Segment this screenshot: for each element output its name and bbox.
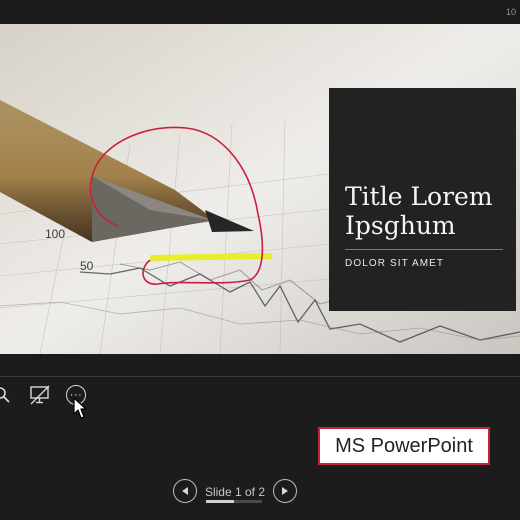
slide-progress-bar (206, 500, 262, 503)
chart-label-50: 50 (80, 259, 94, 273)
slide-progress-fill (206, 500, 234, 503)
title-box: Title Lorem Ipsghum DOLOR SIT AMET (329, 88, 516, 311)
app-label-badge: MS PowerPoint (318, 427, 490, 465)
triangle-left-icon (182, 487, 188, 495)
slide-subtitle: DOLOR SIT AMET (345, 258, 445, 269)
previous-slide-button[interactable] (173, 479, 197, 503)
triangle-right-icon (282, 487, 288, 495)
mouse-cursor-icon (73, 397, 87, 419)
title-divider (345, 249, 503, 250)
chart-label-100: 100 (45, 227, 65, 241)
toolbar-divider (0, 376, 520, 377)
screen-off-button[interactable] (28, 381, 52, 409)
slide-preview[interactable]: 100 50 Title Lorem Ipsghum DOLOR SIT AME… (0, 24, 520, 354)
clock-text: 10 (505, 7, 516, 17)
screen-off-icon (30, 385, 50, 405)
zoom-button[interactable] (0, 381, 16, 409)
slide-counter[interactable]: Slide 1 of 2 (204, 485, 266, 499)
slide-title: Title Lorem Ipsghum (345, 182, 493, 240)
next-slide-button[interactable] (273, 479, 297, 503)
top-bar: 10 (0, 0, 520, 24)
magnifier-icon (0, 387, 10, 403)
